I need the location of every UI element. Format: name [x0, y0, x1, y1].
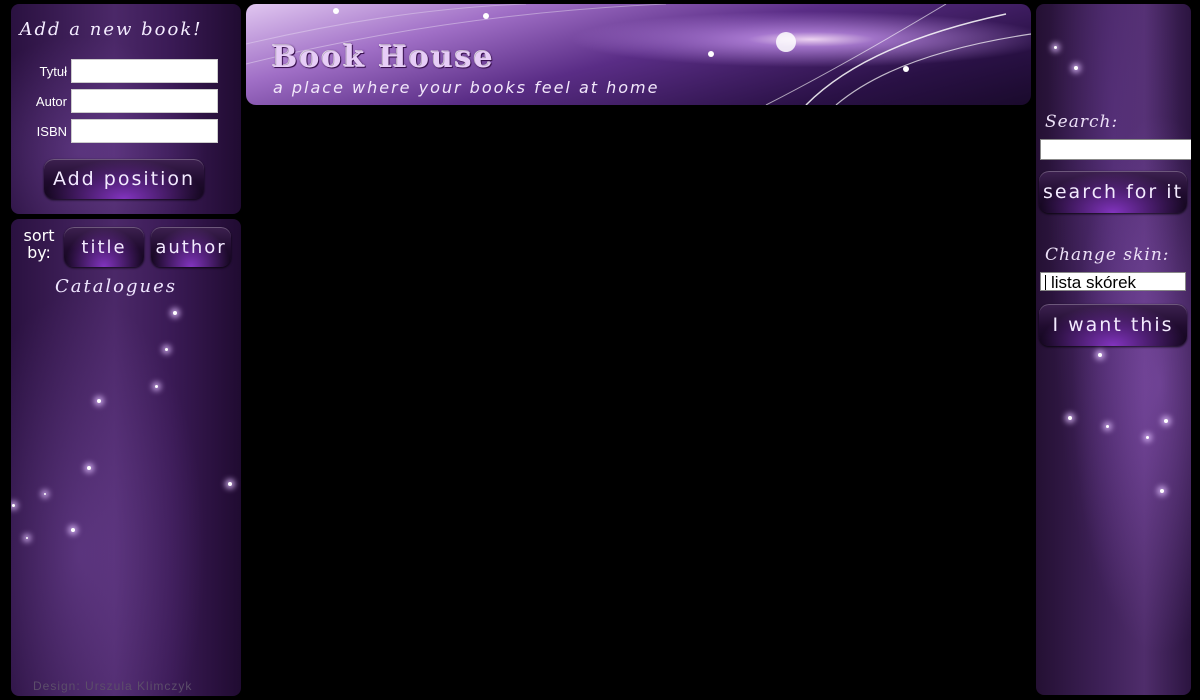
- site-header-banner: Book House a place where your books feel…: [246, 4, 1031, 105]
- apply-skin-button[interactable]: I want this: [1039, 304, 1187, 346]
- sparkle-decoration: [1098, 353, 1102, 357]
- site-tagline: a place where your books feel at home: [273, 78, 660, 97]
- isbn-field[interactable]: [71, 119, 218, 143]
- sort-title-button[interactable]: title: [64, 227, 144, 267]
- skin-select[interactable]: lista skórek: [1040, 272, 1186, 292]
- catalogue-panel: sort by: title author Catalogues Design:…: [11, 219, 241, 696]
- isbn-field-row: ISBN: [21, 118, 218, 144]
- sparkle-decoration: [12, 504, 15, 507]
- sparkle-decoration: [173, 311, 177, 315]
- search-button[interactable]: search for it: [1039, 171, 1187, 213]
- sparkle-decoration: [97, 399, 101, 403]
- sparkle-decoration: [1146, 436, 1149, 439]
- isbn-field-label: ISBN: [36, 123, 67, 139]
- sparkle-decoration: [26, 537, 28, 539]
- sparkle-decoration: [44, 493, 46, 495]
- page: Add a new book! Tytuł Autor ISBN Add pos…: [0, 0, 1200, 700]
- sparkle-decoration: [1160, 489, 1164, 493]
- site-title: Book House: [272, 40, 495, 75]
- author-field-row: Autor: [21, 88, 218, 114]
- search-input[interactable]: [1040, 139, 1191, 160]
- sparkle-decoration: [155, 385, 158, 388]
- sparkle-decoration: [228, 482, 232, 486]
- change-skin-label: Change skin:: [1045, 245, 1170, 265]
- sparkle-decoration: [71, 528, 75, 532]
- title-field[interactable]: [71, 59, 218, 83]
- author-field[interactable]: [71, 89, 218, 113]
- sparkle-decoration: [1054, 46, 1057, 49]
- sort-by-label: sort by:: [23, 226, 55, 262]
- author-field-label: Autor: [35, 93, 67, 109]
- sparkle-decoration: [1068, 416, 1072, 420]
- sparkle-decoration: [1074, 66, 1078, 70]
- sparkle-decoration: [165, 348, 168, 351]
- title-field-row: Tytuł: [21, 58, 218, 84]
- designer-credit: Design: Urszula Klimczyk: [33, 679, 193, 693]
- add-position-button[interactable]: Add position: [44, 159, 204, 199]
- right-sidebar: Search: search for it Change skin: lista…: [1036, 4, 1191, 695]
- sparkle-decoration: [1106, 425, 1109, 428]
- title-field-label: Tytuł: [39, 63, 67, 79]
- search-label: Search:: [1045, 112, 1119, 132]
- catalogues-heading: Catalogues: [54, 276, 178, 297]
- sparkle-decoration: [1164, 419, 1168, 423]
- sort-author-button[interactable]: author: [151, 227, 231, 267]
- sparkle-decoration: [87, 466, 91, 470]
- add-book-title: Add a new book!: [19, 19, 203, 40]
- add-book-panel: Add a new book! Tytuł Autor ISBN Add pos…: [11, 4, 241, 214]
